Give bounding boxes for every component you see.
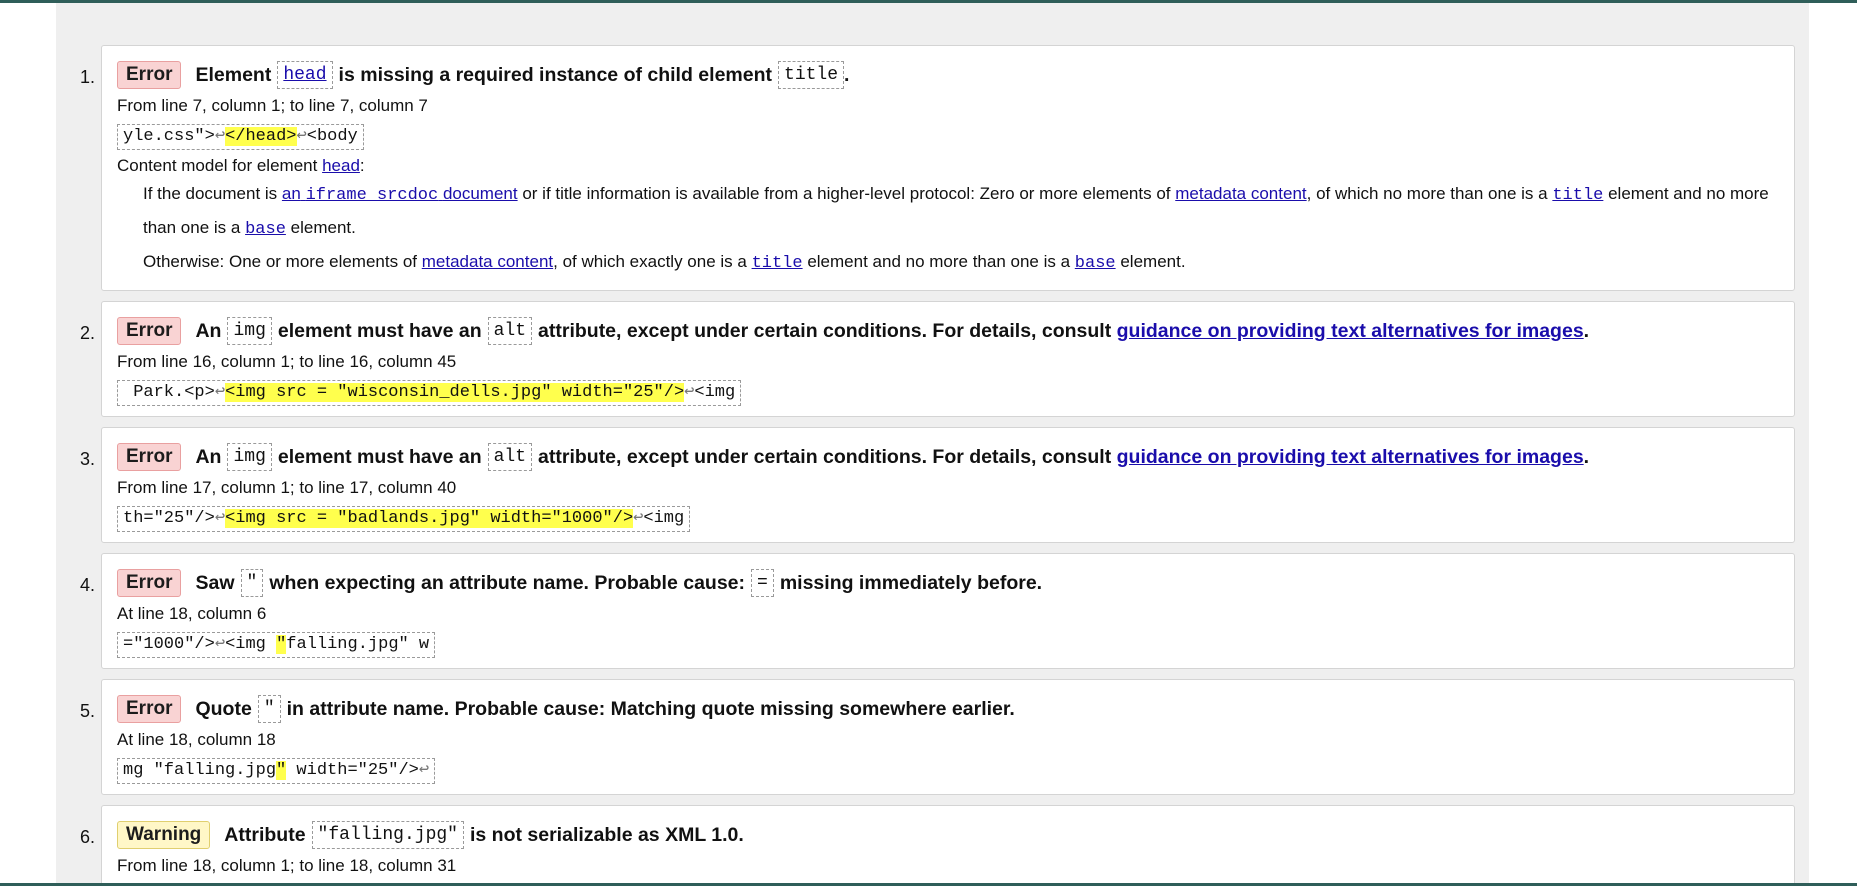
guidance-link[interactable]: guidance on providing text alternatives … <box>1117 442 1584 472</box>
message-number: 1. <box>80 67 96 87</box>
code-img: img <box>227 443 272 471</box>
message-heading: Error Quote " in attribute name. Probabl… <box>117 694 1780 724</box>
location-text: At line 18, column 6 <box>117 604 267 623</box>
location-text: At line 18, column 18 <box>117 730 276 749</box>
base-element-link[interactable]: base <box>1075 254 1116 273</box>
code-quote: " <box>257 695 281 723</box>
code-extract: th="25"/>↩<img src = "badlands.jpg" widt… <box>117 506 691 532</box>
message-card: Error An img element must have an alt at… <box>101 427 1795 543</box>
code-alt: alt <box>487 317 533 345</box>
code-extract: Park.<p>↩<img src = "wisconsin_dells.jpg… <box>117 380 742 406</box>
code-extract: yle.css">↩</head>↩<body <box>117 124 364 150</box>
code-quote: " <box>240 569 264 597</box>
highlighted-code: <img src = "badlands.jpg" width="1000"/> <box>225 509 634 528</box>
message-card: Error An img element must have an alt at… <box>101 301 1795 417</box>
line-feed-icon: ↩ <box>633 509 644 528</box>
message-item: 3. Error An img element must have an alt… <box>56 427 1809 543</box>
content-model-details: Content model for element head: If the d… <box>117 154 1780 280</box>
location-text: From line 18, column 1; to line 18, colu… <box>117 856 457 875</box>
location-text: From line 17, column 1; to line 17, colu… <box>117 478 457 497</box>
content-model-rule-2: Otherwise: One or more elements of metad… <box>143 252 1186 273</box>
message-text: . <box>844 64 850 86</box>
message-card: Error Quote " in attribute name. Probabl… <box>101 679 1795 795</box>
message-text: is missing a required instance of child … <box>338 64 773 86</box>
message-number: 4. <box>80 575 96 595</box>
code-attribute: "falling.jpg" <box>311 821 464 849</box>
message-item: 5. Error Quote " in attribute name. Prob… <box>56 679 1809 795</box>
message-item: 1. Error Element head is missing a requi… <box>56 45 1809 291</box>
code-extract: ="1000"/>↩<img "falling.jpg" w <box>117 632 436 658</box>
line-feed-icon: ↩ <box>296 127 307 146</box>
message-list: 1. Error Element head is missing a requi… <box>56 45 1809 883</box>
line-feed-icon: ↩ <box>214 635 226 654</box>
code-img: img <box>227 317 272 345</box>
code-extract: mg "falling.jpg" width="25"/>↩ <box>117 758 436 784</box>
base-element-link[interactable]: base <box>245 220 286 239</box>
message-heading: Error An img element must have an alt at… <box>117 442 1780 472</box>
results-panel: 1. Error Element head is missing a requi… <box>56 3 1809 883</box>
message-item: 2. Error An img element must have an alt… <box>56 301 1809 417</box>
message-number: 6. <box>80 827 96 847</box>
head-spec-link[interactable]: head <box>322 156 360 175</box>
location-text: From line 7, column 1; to line 7, column… <box>117 96 428 115</box>
highlighted-code: </head> <box>225 127 297 146</box>
message-card: Error Saw " when expecting an attribute … <box>101 553 1795 669</box>
line-feed-icon: ↩ <box>684 383 695 402</box>
content-model-rule-1: If the document is an iframe srcdoc docu… <box>143 184 1769 239</box>
line-feed-icon: ↩ <box>214 383 226 402</box>
code-title: title <box>778 61 845 89</box>
line-feed-icon: ↩ <box>418 761 430 780</box>
message-heading: Warning Attribute "falling.jpg" is not s… <box>117 820 1780 850</box>
element-head-link[interactable]: head <box>277 61 333 89</box>
line-feed-icon: ↩ <box>214 509 226 528</box>
message-item: 6. Warning Attribute "falling.jpg" is no… <box>56 805 1809 883</box>
message-item: 4. Error Saw " when expecting an attribu… <box>56 553 1809 669</box>
location-text: From line 16, column 1; to line 16, colu… <box>117 352 457 371</box>
message-number: 5. <box>80 701 96 721</box>
guidance-link[interactable]: guidance on providing text alternatives … <box>1117 316 1584 346</box>
message-heading: Error Saw " when expecting an attribute … <box>117 568 1780 598</box>
metadata-content-link[interactable]: metadata content <box>422 252 553 271</box>
title-element-link[interactable]: title <box>752 254 803 273</box>
message-card: Warning Attribute "falling.jpg" is not s… <box>101 805 1795 883</box>
code-alt: alt <box>487 443 533 471</box>
message-number: 2. <box>80 323 96 343</box>
highlighted-code: " <box>276 761 287 780</box>
highlighted-code: <img src = "wisconsin_dells.jpg" width="… <box>225 383 685 402</box>
message-heading: Error Element head is missing a required… <box>117 60 1780 90</box>
line-feed-icon: ↩ <box>214 127 226 146</box>
title-element-link[interactable]: title <box>1552 186 1603 205</box>
metadata-content-link[interactable]: metadata content <box>1175 184 1306 203</box>
message-card: Error Element head is missing a required… <box>101 45 1795 291</box>
message-text: Element <box>195 64 272 86</box>
message-number: 3. <box>80 449 96 469</box>
iframe-srcdoc-link[interactable]: an iframe srcdoc document <box>282 184 518 205</box>
highlighted-code: " <box>276 635 287 654</box>
code-equals: = <box>751 569 774 597</box>
message-heading: Error An img element must have an alt at… <box>117 316 1780 346</box>
